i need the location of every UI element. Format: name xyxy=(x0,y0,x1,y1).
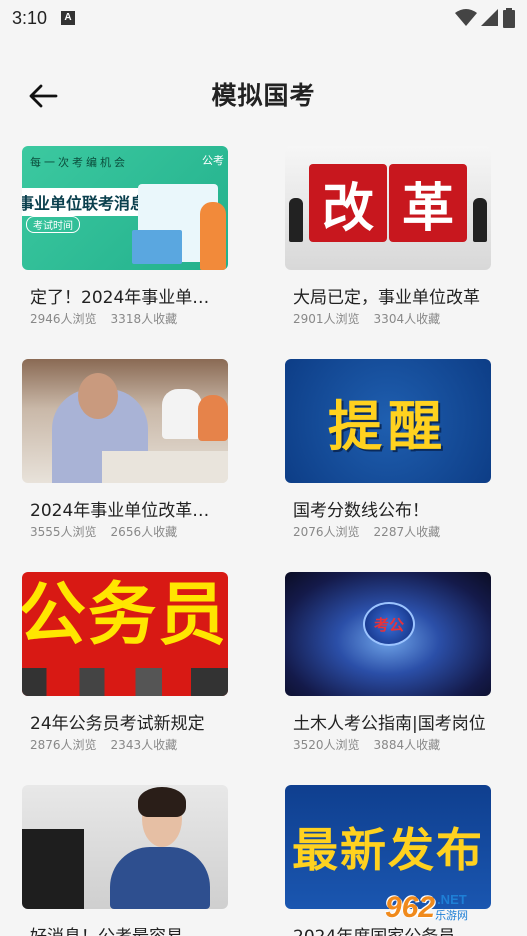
article-card[interactable]: 公务员 24年公务员考试新规定 2876人浏览 2343人收藏 xyxy=(22,572,228,754)
thumb-text: 公务员 xyxy=(22,576,228,655)
article-stats: 3520人浏览 3884人收藏 xyxy=(293,736,491,754)
article-title: 定了！2024年事业单位联考消息 xyxy=(30,288,226,308)
site-watermark: 962 .NET 乐游网 xyxy=(385,884,521,932)
watermark-logo: 962 xyxy=(385,891,436,924)
thumb-person-hair xyxy=(138,787,186,817)
view-count: 3555人浏览 xyxy=(30,525,97,539)
article-title: 好消息！公考最容易 xyxy=(30,925,226,936)
thumb-figure-left xyxy=(289,198,303,242)
thumb-desk xyxy=(102,451,228,483)
favorite-count: 2656人收藏 xyxy=(110,525,178,539)
article-stats: 2946人浏览 3318人收藏 xyxy=(30,310,228,328)
thumb-orb: 考公 xyxy=(363,602,415,646)
thumb-crowd xyxy=(22,668,228,696)
article-stats: 2901人浏览 3304人收藏 xyxy=(293,310,491,328)
article-title: 2024年事业单位改革最新消息 xyxy=(30,501,226,521)
view-count: 2876人浏览 xyxy=(30,738,97,752)
article-thumbnail: 考公 xyxy=(285,572,491,696)
thumb-illustration-person xyxy=(200,202,226,270)
thumb-person-body xyxy=(110,847,210,909)
thumb-text: 考公 xyxy=(373,615,404,634)
thumb-brand: 公考 xyxy=(202,154,224,167)
article-stats: 2076人浏览 2287人收藏 xyxy=(293,523,491,541)
thumb-puzzle-left: 改 xyxy=(309,164,387,242)
app-header: 模拟国考 xyxy=(0,68,527,124)
article-card[interactable]: 好消息！公考最容易 xyxy=(22,785,228,936)
favorite-count: 2287人收藏 xyxy=(373,525,441,539)
thumb-text: 提醒 xyxy=(328,394,448,458)
watermark-sub: 乐游网 xyxy=(435,909,469,922)
article-stats: 3555人浏览 2656人收藏 xyxy=(30,523,228,541)
thumb-main-text: 事业单位联考消息 xyxy=(22,188,153,216)
favorite-count: 3884人收藏 xyxy=(373,738,441,752)
status-time: 3:10 xyxy=(12,7,48,28)
article-card[interactable]: 改 革 大局已定，事业单位改革 2901人浏览 3304人收藏 xyxy=(285,146,491,328)
article-thumbnail: 每一次考编机会 公考 事业单位联考消息 考试时间 xyxy=(22,146,228,270)
favorite-count: 2343人收藏 xyxy=(110,738,178,752)
article-thumbnail xyxy=(22,359,228,483)
article-stats: 2876人浏览 2343人收藏 xyxy=(30,736,228,754)
thumb-top-text: 每一次考编机会 xyxy=(30,156,128,169)
thumb-text: 最新发布 xyxy=(292,823,484,877)
article-title: 国考分数线公布！ xyxy=(293,501,429,521)
page-title: 模拟国考 xyxy=(211,81,316,110)
thumb-figure-right xyxy=(473,198,487,242)
wifi-icon xyxy=(455,9,477,26)
status-bar: 3:10 A xyxy=(0,0,527,36)
thumb-puzzle-right: 革 xyxy=(389,164,467,242)
article-card[interactable]: 提醒 国考分数线公布！ 2076人浏览 2287人收藏 xyxy=(285,359,491,541)
watermark-net: .NET xyxy=(437,892,467,907)
favorite-count: 3304人收藏 xyxy=(373,312,441,326)
thumb-right-char: 革 xyxy=(401,178,454,239)
thumb-person-head xyxy=(78,373,118,419)
article-card[interactable]: 2024年事业单位改革最新消息 3555人浏览 2656人收藏 xyxy=(22,359,228,541)
notification-icon: A xyxy=(61,11,76,25)
signal-icon xyxy=(481,9,498,26)
article-title: 24年公务员考试新规定 xyxy=(30,714,205,734)
thumb-left-char: 改 xyxy=(321,178,374,239)
view-count: 2946人浏览 xyxy=(30,312,97,326)
article-thumbnail: 提醒 xyxy=(285,359,491,483)
article-title: 大局已定，事业单位改革 xyxy=(293,288,480,308)
view-count: 2076人浏览 xyxy=(293,525,360,539)
article-thumbnail: 改 革 xyxy=(285,146,491,270)
article-card[interactable]: 每一次考编机会 公考 事业单位联考消息 考试时间 定了！2024年事业单位联考消… xyxy=(22,146,228,328)
battery-icon xyxy=(503,8,515,28)
thumb-screen xyxy=(22,829,84,909)
thumb-tag-text: 考试时间 xyxy=(26,216,80,233)
status-icons xyxy=(455,8,515,28)
thumb-person-back xyxy=(162,389,202,439)
thumb-illustration-books xyxy=(132,230,182,264)
thumb-person-back2 xyxy=(198,395,228,441)
view-count: 2901人浏览 xyxy=(293,312,360,326)
favorite-count: 3318人收藏 xyxy=(110,312,178,326)
article-thumbnail xyxy=(22,785,228,909)
article-thumbnail: 公务员 xyxy=(22,572,228,696)
article-title: 土木人考公指南|国考岗位 xyxy=(293,714,486,734)
view-count: 3520人浏览 xyxy=(293,738,360,752)
article-card[interactable]: 考公 土木人考公指南|国考岗位 3520人浏览 3884人收藏 xyxy=(285,572,491,754)
